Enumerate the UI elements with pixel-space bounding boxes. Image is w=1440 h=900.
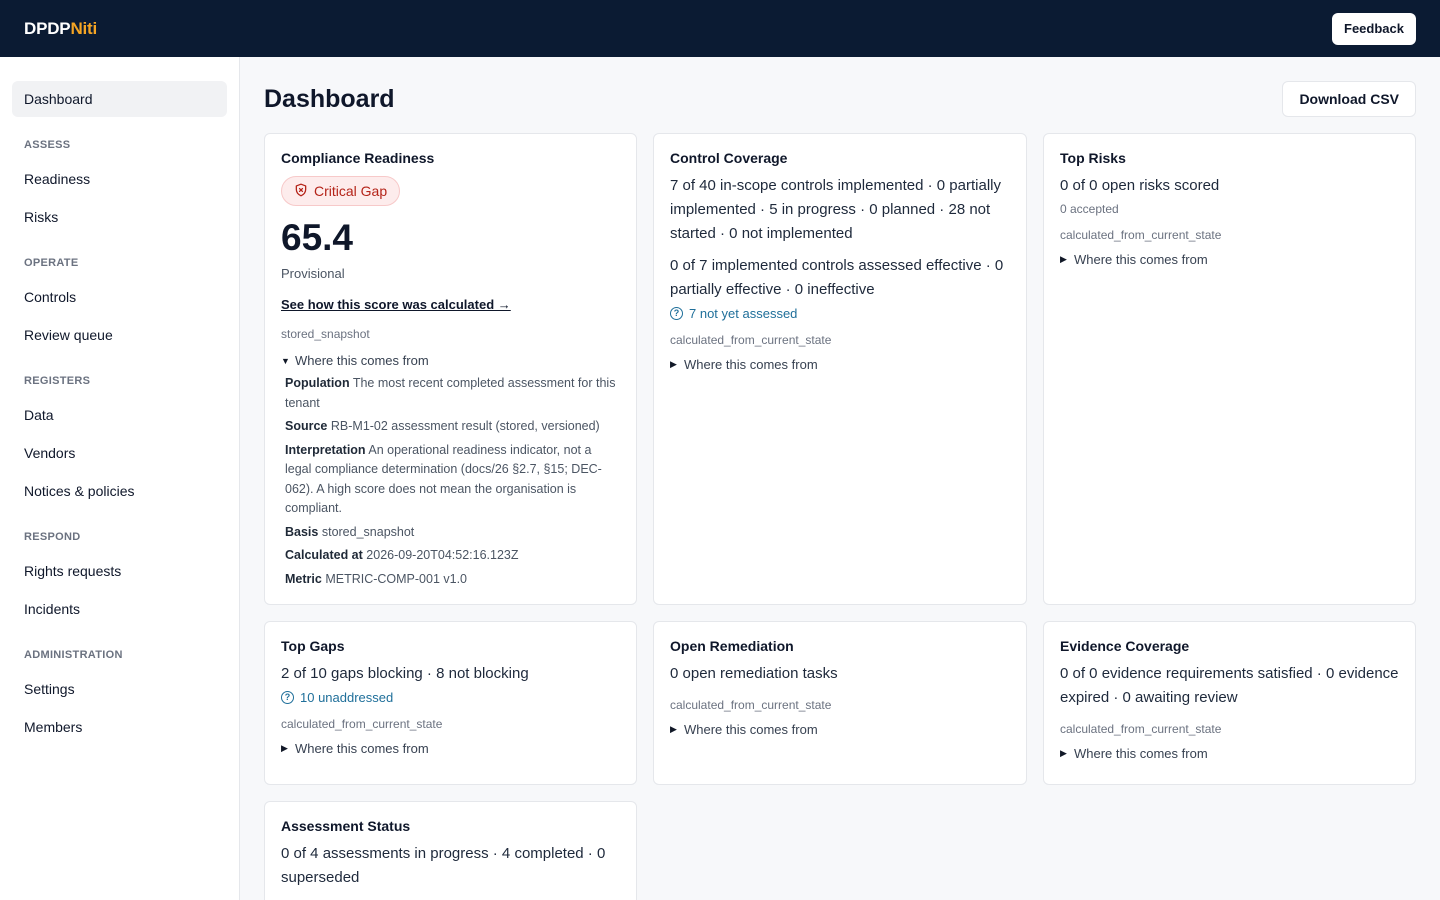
card-title: Compliance Readiness [281, 150, 435, 166]
critical-gap-badge: Critical Gap [281, 176, 401, 206]
triangle-right-icon: ▶ [670, 359, 677, 369]
not-assessed-info: ? 7 not yet assessed [670, 306, 1010, 321]
card-title: Open Remediation [670, 638, 794, 654]
basis-label: calculated_from_current_state [1060, 722, 1222, 736]
top-risks-card: Top Risks 0 of 0 open risks scored 0 acc… [1043, 133, 1416, 605]
page-title: Dashboard [264, 84, 395, 113]
question-circle-icon: ? [670, 307, 683, 320]
sidebar-section-administration: ADMINISTRATION [24, 649, 123, 661]
where-toggle[interactable]: ▶ Where this comes from [670, 357, 1010, 372]
sidebar-item-risks[interactable]: Risks [12, 199, 227, 235]
sidebar-item-review-queue[interactable]: Review queue [12, 317, 227, 353]
control-coverage-card: Control Coverage 7 of 40 in-scope contro… [653, 133, 1027, 605]
sidebar-section-operate: OPERATE [24, 257, 79, 269]
where-label: Where this comes from [1074, 746, 1208, 761]
open-remediation-card: Open Remediation 0 open remediation task… [653, 621, 1027, 785]
info-label: 10 unaddressed [300, 690, 394, 705]
where-label: Where this comes from [295, 353, 429, 368]
triangle-right-icon: ▶ [1060, 748, 1067, 758]
sidebar-item-incidents[interactable]: Incidents [12, 591, 227, 627]
top-gaps-card: Top Gaps 2 of 10 gaps blocking · 8 not b… [264, 621, 637, 785]
basis-label: stored_snapshot [281, 327, 370, 341]
basis-label: calculated_from_current_state [281, 717, 443, 731]
where-toggle[interactable]: ▶ Where this comes from [1060, 252, 1399, 267]
top-bar: DPDPNiti Feedback [0, 0, 1440, 57]
card-title: Assessment Status [281, 818, 411, 834]
sidebar-item-controls[interactable]: Controls [12, 279, 227, 315]
provenance-details: Population The most recent completed ass… [281, 374, 620, 589]
where-label: Where this comes from [1074, 252, 1208, 267]
badge-label: Critical Gap [314, 183, 388, 199]
detail-calculated-at: Calculated at 2026-09-20T04:52:16.123Z [285, 548, 519, 562]
card-title: Evidence Coverage [1060, 638, 1190, 654]
score-calculation-link[interactable]: See how this score was calculated → [281, 297, 511, 312]
detail-basis: Basis stored_snapshot [285, 524, 415, 539]
sidebar-section-respond: RESPOND [24, 531, 81, 543]
sidebar-section-assess: ASSESS [24, 139, 71, 151]
detail-interpretation: Interpretation An operational readiness … [285, 442, 602, 516]
where-label: Where this comes from [684, 357, 818, 372]
app-logo[interactable]: DPDPNiti [24, 19, 97, 39]
control-coverage-summary: 7 of 40 in-scope controls implemented · … [670, 177, 1001, 242]
triangle-right-icon: ▶ [281, 743, 288, 753]
card-title: Top Gaps [281, 638, 345, 654]
where-toggle[interactable]: ▶ Where this comes from [1060, 746, 1399, 761]
where-label: Where this comes from [684, 722, 818, 737]
where-toggle[interactable]: ▼ Where this comes from [281, 353, 620, 368]
where-label: Where this comes from [295, 741, 429, 756]
basis-label: calculated_from_current_state [670, 333, 832, 347]
readiness-score: 65.4 [281, 217, 354, 258]
card-title: Control Coverage [670, 150, 788, 166]
triangle-down-icon: ▼ [281, 355, 290, 366]
assessment-summary: 0 of 4 assessments in progress · 4 compl… [281, 845, 606, 886]
risks-summary: 0 of 0 open risks scored [1060, 177, 1220, 194]
remediation-summary: 0 open remediation tasks [670, 665, 838, 682]
card-title: Top Risks [1060, 150, 1126, 166]
triangle-right-icon: ▶ [670, 724, 677, 734]
download-csv-button[interactable]: Download CSV [1282, 81, 1416, 117]
where-toggle[interactable]: ▶ Where this comes from [281, 741, 620, 756]
unaddressed-info: ? 10 unaddressed [281, 690, 620, 705]
gaps-summary: 2 of 10 gaps blocking · 8 not blocking [281, 665, 529, 682]
compliance-readiness-card: Compliance Readiness Critical Gap 65.4 P… [264, 133, 637, 605]
detail-metric: Metric METRIC-COMP-001 v1.0 [285, 571, 468, 586]
sidebar-item-vendors[interactable]: Vendors [12, 435, 227, 471]
info-label: 7 not yet assessed [689, 306, 798, 321]
evidence-summary: 0 of 0 evidence requirements satisfied ·… [1060, 665, 1399, 706]
accepted-count: 0 accepted [1060, 202, 1119, 216]
control-effectiveness-summary: 0 of 7 implemented controls assessed eff… [670, 257, 1004, 298]
sidebar-item-readiness[interactable]: Readiness [12, 161, 227, 197]
basis-label: calculated_from_current_state [1060, 228, 1222, 242]
sidebar-item-rights-requests[interactable]: Rights requests [12, 553, 227, 589]
triangle-right-icon: ▶ [1060, 254, 1067, 264]
assessment-status-card: Assessment Status 0 of 4 assessments in … [264, 801, 637, 900]
basis-label: calculated_from_current_state [670, 698, 832, 712]
sidebar-item-data[interactable]: Data [12, 397, 227, 433]
evidence-coverage-card: Evidence Coverage 0 of 0 evidence requir… [1043, 621, 1416, 785]
detail-source: Source RB-M1-02 assessment result (store… [285, 419, 600, 433]
page-header: Dashboard Download CSV [264, 81, 1416, 117]
question-circle-icon: ? [281, 691, 294, 704]
where-toggle[interactable]: ▶ Where this comes from [670, 722, 1010, 737]
sidebar-item-notices-policies[interactable]: Notices & policies [12, 473, 227, 509]
sidebar-section-registers: REGISTERS [24, 375, 91, 387]
sidebar-item-members[interactable]: Members [12, 709, 227, 745]
brand-primary: DPDP [24, 18, 71, 38]
sidebar-item-settings[interactable]: Settings [12, 671, 227, 707]
score-status: Provisional [281, 266, 345, 281]
shield-alert-icon [294, 183, 308, 200]
feedback-button[interactable]: Feedback [1332, 12, 1416, 45]
detail-population: Population The most recent completed ass… [285, 376, 616, 410]
sidebar-item-dashboard[interactable]: Dashboard [12, 81, 227, 117]
brand-accent: Niti [70, 18, 98, 38]
sidebar: Dashboard ASSESS Readiness Risks OPERATE… [0, 57, 240, 900]
